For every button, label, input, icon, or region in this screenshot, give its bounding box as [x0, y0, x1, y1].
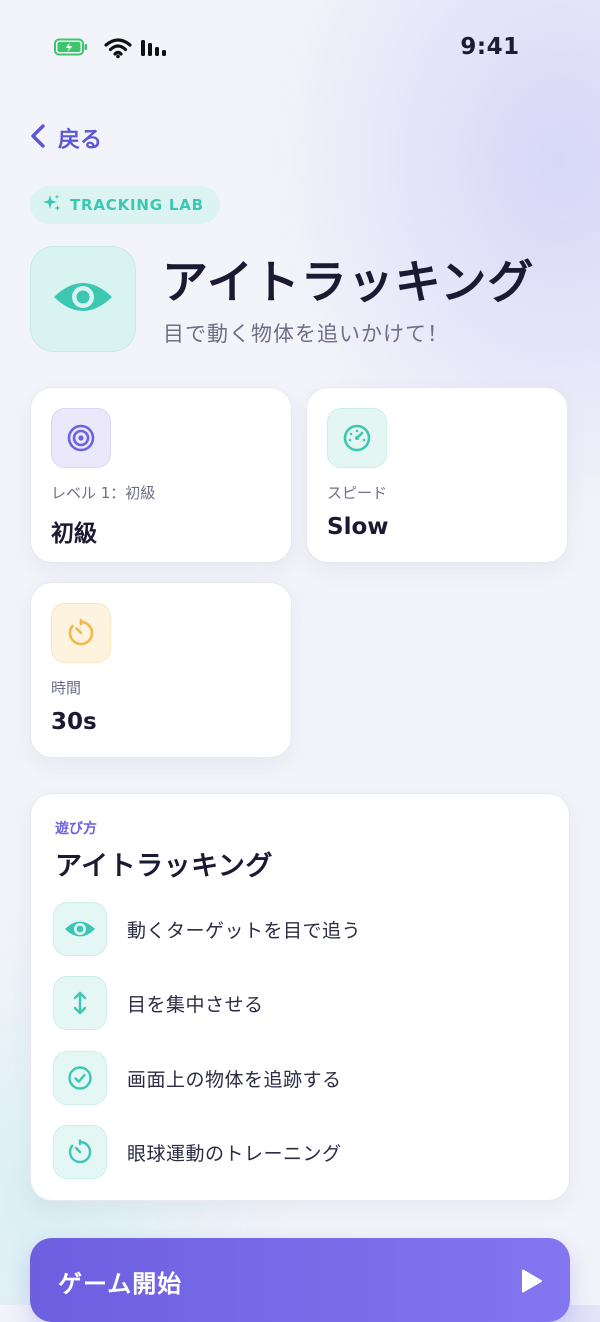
timer-icon	[51, 603, 111, 663]
how-to-play-eyebrow: 遊び方	[55, 821, 97, 837]
play-icon	[520, 1268, 544, 1294]
vertical-arrows-icon	[53, 976, 107, 1030]
signal-icon	[140, 39, 170, 57]
status-time: 9:41	[460, 34, 520, 60]
sparkle-icon	[42, 193, 62, 217]
timer-icon	[53, 1125, 107, 1179]
hero-eye-tile	[30, 246, 136, 352]
speed-label: スピード	[327, 484, 388, 502]
target-icon	[51, 408, 111, 468]
how-to-play-title: アイトラッキング	[55, 851, 273, 882]
step-item: 目を集中させる	[53, 975, 553, 1031]
how-to-play-card: 遊び方 アイトラッキング 動くターゲットを目で追う 目を集中させる 画面上の物体…	[30, 793, 570, 1201]
back-label: 戻る	[58, 128, 103, 153]
step-text: 眼球運動のトレーニング	[127, 1142, 342, 1165]
wifi-icon	[104, 37, 132, 59]
start-game-label: ゲーム開始	[58, 1270, 183, 1298]
level-card: レベル 1：初級 初級	[30, 387, 292, 563]
level-value: 初級	[51, 521, 97, 547]
step-text: 目を集中させる	[127, 993, 264, 1016]
speed-value: Slow	[327, 514, 389, 540]
step-text: 画面上の物体を追跡する	[127, 1068, 342, 1091]
battery-icon	[54, 38, 88, 56]
speed-card: スピード Slow	[306, 387, 568, 563]
page-title: アイトラッキング	[162, 255, 535, 309]
step-item: 眼球運動のトレーニング	[53, 1124, 553, 1180]
step-item: 動くターゲットを目で追う	[53, 901, 553, 957]
start-game-button[interactable]: ゲーム開始	[30, 1238, 570, 1322]
time-card: 時間 30s	[30, 582, 292, 758]
time-label: 時間	[51, 679, 82, 697]
time-value: 30s	[51, 709, 97, 735]
page-subtitle: 目で動く物体を追いかけて！	[163, 322, 449, 346]
level-label: レベル 1：初級	[51, 484, 156, 502]
eye-icon	[52, 277, 114, 321]
check-circle-icon	[53, 1051, 107, 1105]
speedometer-icon	[327, 408, 387, 468]
eye-icon	[53, 902, 107, 956]
step-item: 画面上の物体を追跡する	[53, 1050, 553, 1106]
back-button[interactable]: 戻る	[28, 122, 102, 154]
lab-badge: TRACKING LAB	[30, 186, 220, 224]
chevron-left-icon	[28, 122, 48, 154]
step-text: 動くターゲットを目で追う	[127, 919, 362, 942]
lab-badge-label: TRACKING LAB	[70, 196, 204, 214]
